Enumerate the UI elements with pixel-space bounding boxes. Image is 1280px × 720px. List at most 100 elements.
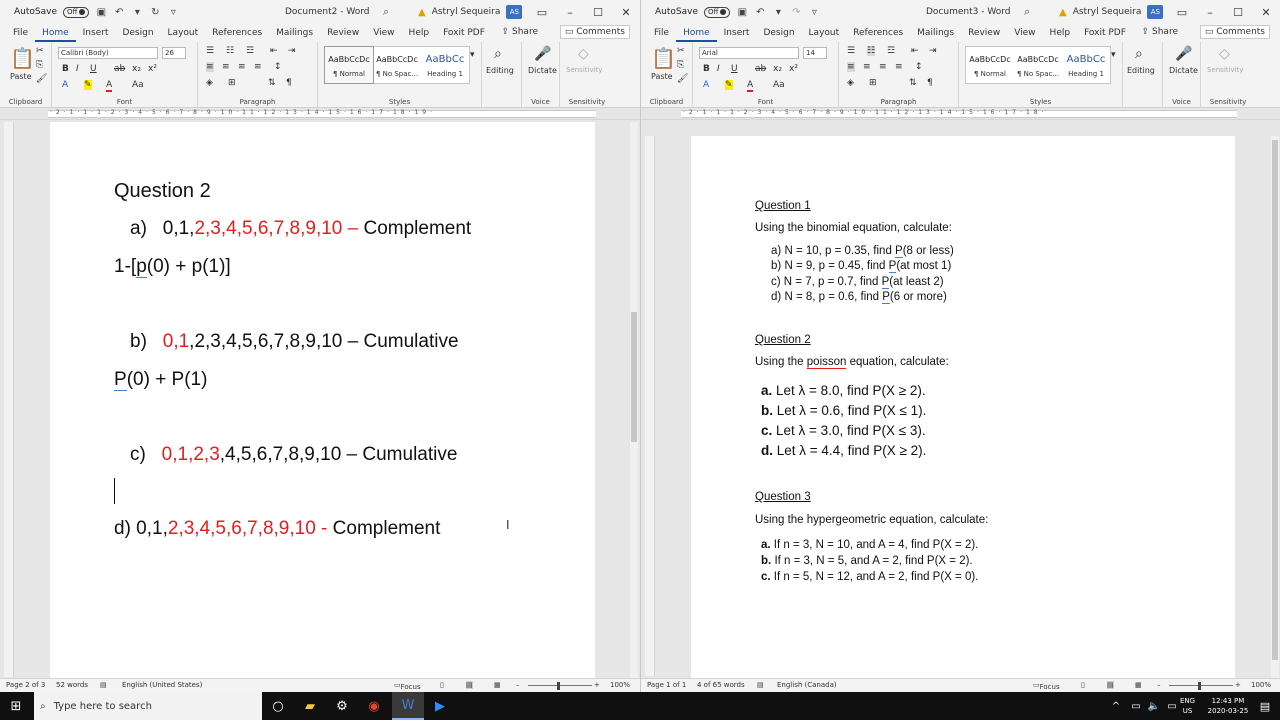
style-normal[interactable]: AaBbCcDc ¶ Normal bbox=[966, 47, 1014, 83]
tab-design[interactable]: Design bbox=[756, 28, 801, 42]
customize-qat-icon[interactable]: ▿ bbox=[167, 6, 179, 18]
share-button[interactable]: ⇪ Share bbox=[502, 27, 538, 37]
tab-home[interactable]: Home bbox=[676, 28, 717, 42]
justify-icon[interactable]: ≡ bbox=[254, 62, 262, 72]
editing-button[interactable]: Editing bbox=[1127, 66, 1155, 75]
vertical-scrollbar[interactable] bbox=[1271, 136, 1279, 678]
chrome-icon[interactable]: ◉ bbox=[358, 692, 390, 720]
ribbon-display-icon[interactable]: ▭ bbox=[528, 6, 556, 19]
tab-home[interactable]: Home bbox=[35, 28, 76, 42]
copy-icon[interactable]: ⎘ bbox=[677, 60, 684, 70]
proofing-icon[interactable]: ▤ bbox=[100, 681, 107, 689]
minimize-icon[interactable]: – bbox=[1196, 6, 1224, 19]
vertical-ruler[interactable] bbox=[645, 136, 655, 676]
sort-icon[interactable]: ⇅ bbox=[268, 78, 276, 88]
zoom-level[interactable]: 100% bbox=[610, 681, 630, 689]
strikethrough-icon[interactable]: ab bbox=[755, 64, 766, 74]
clock[interactable]: 12:43 PM 2020-03-25 bbox=[1202, 696, 1254, 716]
paste-icon[interactable]: 📋 bbox=[10, 46, 35, 70]
undo-icon[interactable]: ↶ bbox=[113, 6, 125, 18]
sensitivity-button[interactable]: Sensitivity bbox=[566, 66, 602, 74]
decrease-indent-icon[interactable]: ⇤ bbox=[270, 46, 278, 56]
proofing-icon[interactable]: ▤ bbox=[757, 681, 764, 689]
format-painter-icon[interactable]: 🖌 bbox=[36, 74, 47, 84]
copy-icon[interactable]: ⎘ bbox=[36, 60, 43, 70]
redo-icon[interactable]: ↻ bbox=[149, 6, 161, 18]
document-page[interactable]: Question 1 Using the binomial equation, … bbox=[691, 136, 1235, 678]
style-no-spacing[interactable]: AaBbCcDc ¶ No Spac... bbox=[1014, 47, 1062, 83]
paste-icon[interactable]: 📋 bbox=[651, 46, 676, 70]
cortana-icon[interactable]: ○ bbox=[262, 692, 294, 720]
dictate-button[interactable]: Dictate bbox=[528, 66, 557, 75]
italic-icon[interactable]: I bbox=[717, 64, 720, 74]
align-right-icon[interactable]: ≡ bbox=[879, 62, 887, 72]
autosave-toggle[interactable]: Off bbox=[63, 6, 90, 18]
notifications-icon[interactable]: ▤ bbox=[1252, 692, 1278, 720]
style-heading-1[interactable]: AaBbCc Heading 1 bbox=[421, 47, 469, 83]
font-size-box[interactable]: 14 bbox=[803, 47, 827, 59]
windows-start-icon[interactable]: ⊞ bbox=[0, 692, 32, 720]
italic-icon[interactable]: I bbox=[76, 64, 79, 74]
align-left-icon[interactable]: ≡ bbox=[206, 62, 214, 72]
tab-insert[interactable]: Insert bbox=[76, 28, 116, 42]
style-heading-1[interactable]: AaBbCc Heading 1 bbox=[1062, 47, 1110, 83]
maximize-icon[interactable]: ☐ bbox=[1224, 6, 1252, 19]
microphone-icon[interactable]: 🎤 bbox=[1175, 46, 1192, 62]
autosave-toggle[interactable]: Off bbox=[704, 6, 731, 18]
styles-scroll-icon[interactable]: ▾ bbox=[470, 50, 475, 60]
justify-icon[interactable]: ≡ bbox=[895, 62, 903, 72]
dictate-button[interactable]: Dictate bbox=[1169, 66, 1198, 75]
redo-icon[interactable]: ↷ bbox=[790, 6, 802, 18]
language[interactable]: English (Canada) bbox=[777, 681, 837, 689]
search-icon[interactable]: ⌕ bbox=[1024, 5, 1030, 19]
dropdown-icon[interactable]: ▾ bbox=[131, 6, 143, 18]
zoom-out-icon[interactable]: – bbox=[516, 681, 520, 689]
zoom-slider-thumb[interactable] bbox=[557, 682, 560, 690]
focus-button[interactable]: ▭ Focus bbox=[394, 681, 421, 691]
sensitivity-icon[interactable]: ◇ bbox=[578, 46, 589, 62]
search-icon[interactable]: ⌕ bbox=[383, 5, 389, 19]
tab-file[interactable]: File bbox=[647, 28, 676, 42]
shading-icon[interactable]: ◈ bbox=[847, 78, 854, 88]
tab-insert[interactable]: Insert bbox=[717, 28, 757, 42]
change-case-icon[interactable]: Aa bbox=[132, 80, 144, 90]
cut-icon[interactable]: ✂ bbox=[677, 46, 685, 56]
comments-button[interactable]: ▭ Comments bbox=[1199, 25, 1270, 39]
subscript-icon[interactable]: x₂ bbox=[132, 64, 141, 74]
sensitivity-icon[interactable]: ◇ bbox=[1219, 46, 1230, 62]
read-mode-icon[interactable]: ▯ bbox=[440, 681, 444, 689]
page-count[interactable]: Page 1 of 1 bbox=[647, 681, 686, 689]
highlight-icon[interactable]: ✎ bbox=[725, 80, 733, 90]
highlight-icon[interactable]: ✎ bbox=[84, 80, 92, 90]
share-button[interactable]: ⇪ Share bbox=[1142, 27, 1178, 37]
undo-icon[interactable]: ↶ bbox=[754, 6, 766, 18]
close-icon[interactable]: ✕ bbox=[612, 6, 640, 19]
bullets-icon[interactable]: ☰ bbox=[206, 46, 214, 56]
zoom-app-icon[interactable]: ▶ bbox=[424, 692, 456, 720]
minimize-icon[interactable]: – bbox=[556, 6, 584, 19]
tab-layout[interactable]: Layout bbox=[802, 28, 847, 42]
zoom-level[interactable]: 100% bbox=[1251, 681, 1271, 689]
zoom-slider-thumb[interactable] bbox=[1198, 682, 1201, 690]
print-layout-icon[interactable]: ▤ bbox=[1107, 681, 1114, 689]
numbering-icon[interactable]: ☷ bbox=[867, 46, 876, 56]
show-marks-icon[interactable]: ¶ bbox=[286, 78, 292, 88]
style-no-spacing[interactable]: AaBbCcDc ¶ No Spac... bbox=[373, 47, 421, 83]
text-effects-icon[interactable]: A bbox=[62, 80, 68, 90]
underline-icon[interactable]: U bbox=[731, 64, 738, 74]
style-normal[interactable]: AaBbCcDc ¶ Normal bbox=[324, 46, 374, 84]
tab-references[interactable]: References bbox=[846, 28, 910, 42]
comments-button[interactable]: ▭ Comments bbox=[559, 25, 630, 39]
show-marks-icon[interactable]: ¶ bbox=[927, 78, 933, 88]
microphone-icon[interactable]: 🎤 bbox=[534, 46, 551, 62]
strikethrough-icon[interactable]: ab bbox=[114, 64, 125, 74]
customize-qat-icon[interactable]: ▿ bbox=[808, 6, 820, 18]
tab-review[interactable]: Review bbox=[961, 28, 1007, 42]
find-icon[interactable]: ⌕ bbox=[494, 46, 502, 62]
text-effects-icon[interactable]: A bbox=[703, 80, 709, 90]
vertical-ruler[interactable] bbox=[4, 122, 14, 677]
tab-foxit-pdf[interactable]: Foxit PDF bbox=[1077, 28, 1133, 42]
align-right-icon[interactable]: ≡ bbox=[238, 62, 246, 72]
print-layout-icon[interactable]: ▤ bbox=[466, 681, 473, 689]
cut-icon[interactable]: ✂ bbox=[36, 46, 44, 56]
